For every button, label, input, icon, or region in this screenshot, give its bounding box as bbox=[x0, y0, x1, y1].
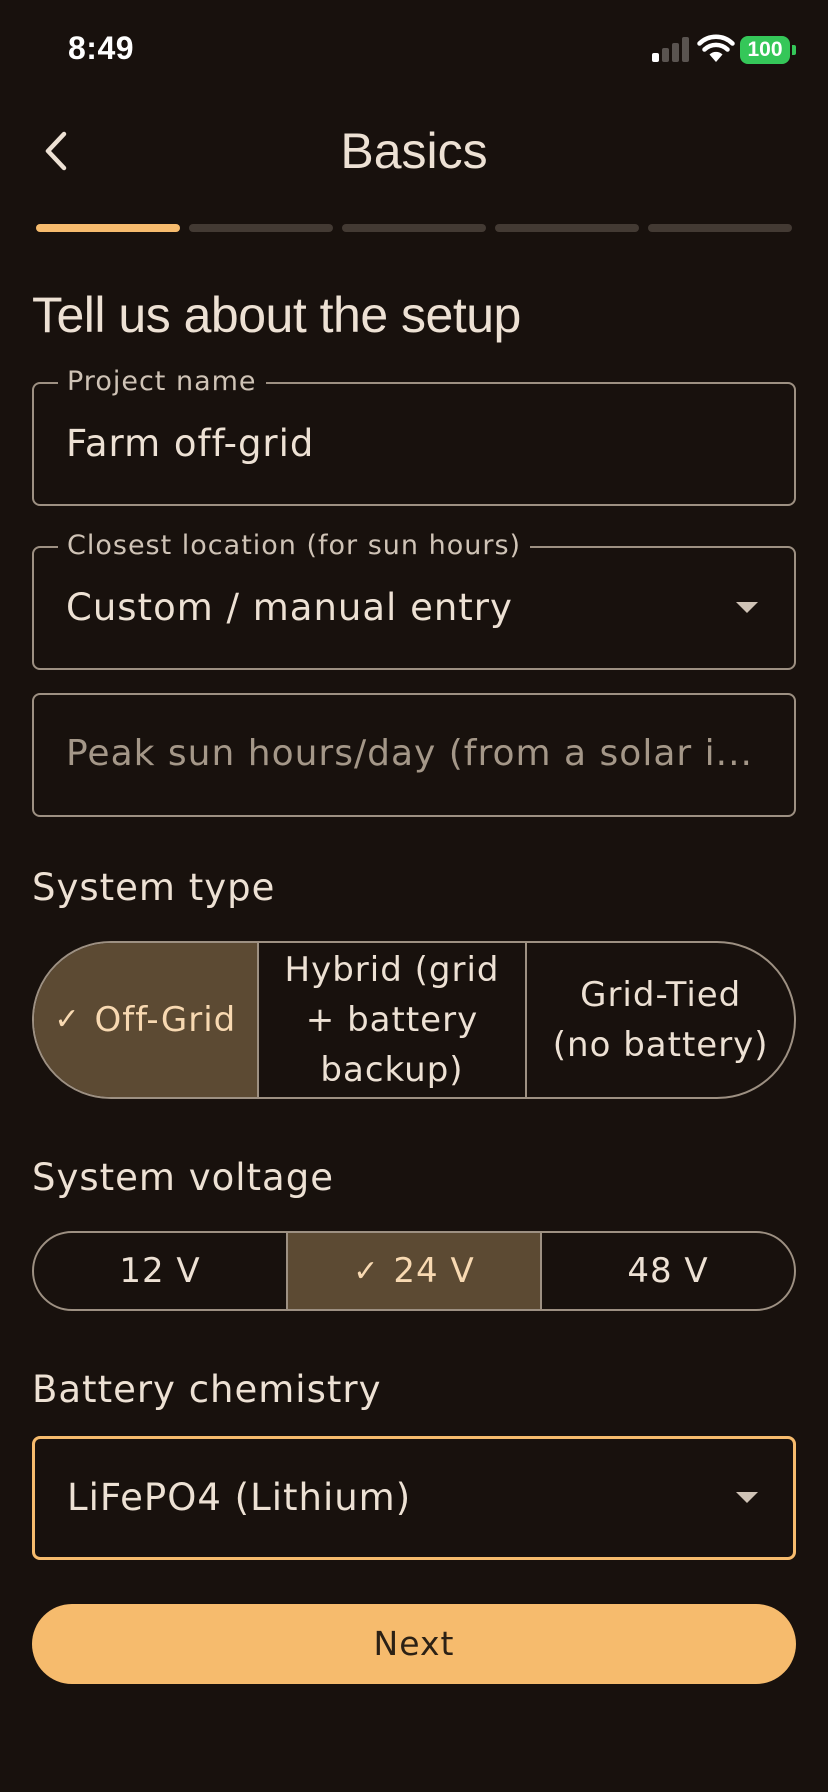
system-type-grid-tied[interactable]: Grid-Tied (no battery) bbox=[525, 943, 794, 1097]
progress-step-5 bbox=[648, 224, 792, 232]
progress-step-1 bbox=[36, 224, 180, 232]
battery-tip bbox=[792, 45, 796, 55]
system-type-hybrid[interactable]: Hybrid (grid + battery backup) bbox=[256, 943, 526, 1097]
battery-icon: 100 bbox=[740, 36, 790, 64]
location-select[interactable]: Closest location (for sun hours) Custom … bbox=[32, 530, 796, 670]
system-type-off-grid[interactable]: ✓ Off-Grid bbox=[34, 943, 257, 1097]
battery-chemistry-select[interactable]: LiFePO4 (Lithium) bbox=[32, 1436, 796, 1560]
status-bar: 8:49 100 bbox=[0, 0, 828, 100]
voltage-12v-label: 12 V bbox=[119, 1251, 201, 1291]
section-heading: Tell us about the setup bbox=[32, 287, 521, 343]
check-icon: ✓ bbox=[353, 1253, 380, 1289]
voltage-24v[interactable]: ✓ 24 V bbox=[286, 1233, 540, 1309]
cellular-signal-icon bbox=[652, 36, 690, 62]
page-title: Basics bbox=[340, 123, 488, 179]
check-icon: ✓ bbox=[54, 1002, 81, 1037]
project-name-input[interactable]: Farm off-grid bbox=[66, 422, 314, 465]
sun-hours-placeholder: Peak sun hours/day (from a solar i... bbox=[66, 733, 753, 774]
system-type-label: System type bbox=[32, 866, 276, 909]
location-value: Custom / manual entry bbox=[66, 586, 513, 629]
system-voltage-label: System voltage bbox=[32, 1156, 334, 1199]
progress-step-4 bbox=[495, 224, 639, 232]
voltage-24v-label: 24 V bbox=[393, 1251, 475, 1291]
step-progress bbox=[36, 224, 792, 232]
system-type-off-grid-label: Off-Grid bbox=[94, 1000, 237, 1040]
project-name-label: Project name bbox=[58, 366, 266, 397]
progress-step-2 bbox=[189, 224, 333, 232]
battery-chemistry-label: Battery chemistry bbox=[32, 1368, 382, 1411]
voltage-48v-label: 48 V bbox=[627, 1251, 709, 1291]
system-voltage-selector: 12 V ✓ 24 V 48 V bbox=[32, 1231, 796, 1311]
progress-step-3 bbox=[342, 224, 486, 232]
location-label: Closest location (for sun hours) bbox=[58, 530, 531, 561]
voltage-12v[interactable]: 12 V bbox=[34, 1233, 286, 1309]
next-button[interactable]: Next bbox=[32, 1604, 796, 1684]
dropdown-arrow-icon bbox=[736, 602, 758, 613]
battery-chemistry-value: LiFePO4 (Lithium) bbox=[67, 1476, 412, 1519]
system-type-grid-tied-label: Grid-Tied (no battery) bbox=[552, 975, 769, 1065]
status-time: 8:49 bbox=[68, 30, 135, 66]
voltage-48v[interactable]: 48 V bbox=[540, 1233, 794, 1309]
sun-hours-field[interactable]: Peak sun hours/day (from a solar i... bbox=[32, 693, 796, 817]
system-type-selector: ✓ Off-Grid Hybrid (grid + battery backup… bbox=[32, 941, 796, 1099]
dropdown-arrow-icon bbox=[736, 1492, 758, 1503]
wifi-icon bbox=[697, 34, 735, 62]
system-type-hybrid-label: Hybrid (grid + battery backup) bbox=[284, 950, 500, 1090]
project-name-field[interactable]: Project name Farm off-grid bbox=[32, 366, 796, 506]
